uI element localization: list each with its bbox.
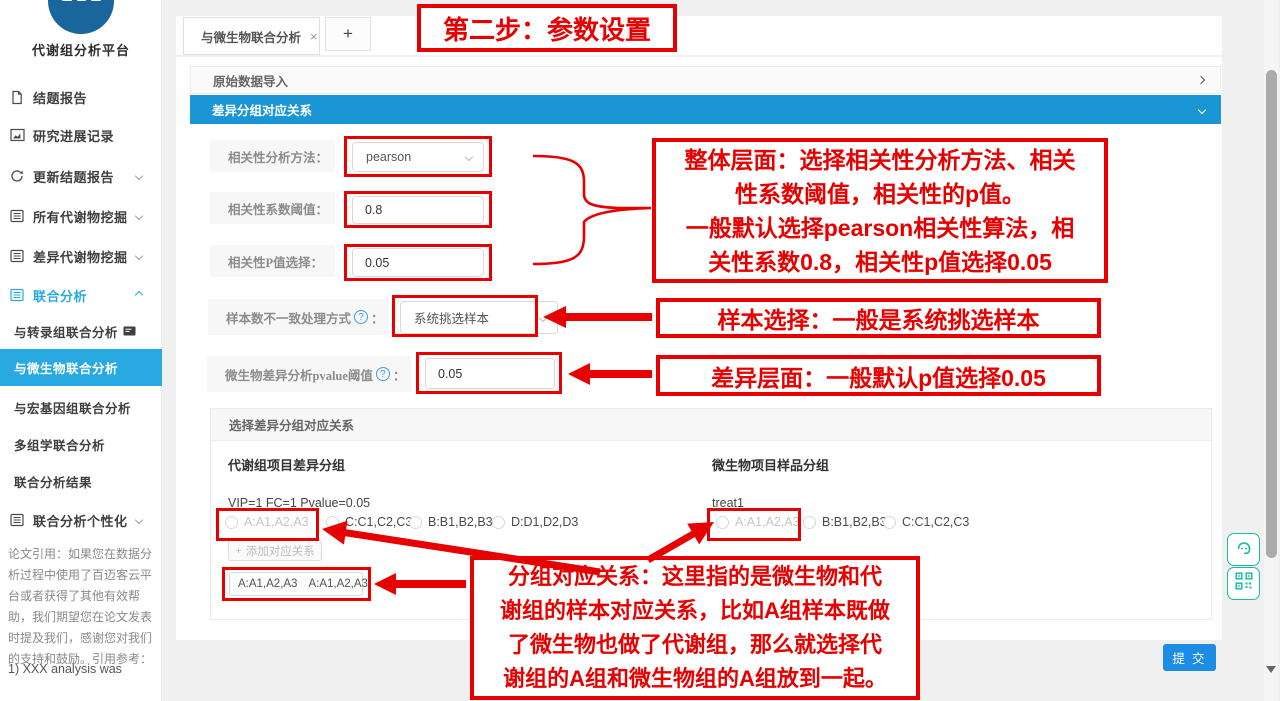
label-sample-mismatch: 样本数不一致处理方式 ? ： <box>208 299 389 335</box>
sidebar: 代谢组分析平台 结题报告 研究进展记录 更新结题报告 所有代谢物挖掘 差异代谢物… <box>0 0 162 701</box>
platform-logo <box>48 0 114 34</box>
list-icon <box>10 209 25 224</box>
radio-label[interactable]: D:D1,D2,D3 <box>511 515 578 529</box>
chevron-down-icon <box>135 516 143 524</box>
annotation-step2: 第二步：参数设置 <box>417 4 677 52</box>
label-microbe-pvalue: 微生物差异分析pvalue阈值 ? ： <box>207 356 411 392</box>
radio-metabolome-groupB[interactable] <box>409 516 422 529</box>
label-correlation-coef: 相关性系数阈值： <box>210 192 335 224</box>
sidebar-subitem-multiomics[interactable]: 多组学联合分析 <box>0 433 162 455</box>
submit-button[interactable]: 提 交 <box>1163 644 1216 671</box>
annotation-overall: 整体层面：选择相关性分析方法、相关 性系数阈值，相关性的p值。 一般默认选择pe… <box>652 138 1108 283</box>
annotation-sample: 样本选择：一般是系统挑选样本 <box>656 298 1101 338</box>
list-icon <box>10 513 25 528</box>
radio-microbiome-groupA[interactable] <box>716 516 729 529</box>
chevron-right-icon <box>1197 76 1205 84</box>
chevron-down-icon <box>465 153 473 161</box>
tab-bar: 与微生物联合分析 × + <box>176 16 1222 55</box>
chevron-down-icon <box>135 172 143 180</box>
annotation-grouping: 分组对应关系：这里指的是微生物和代 谢组的样本对应关系，比如A组样本既做 了微生… <box>470 556 920 700</box>
logo-glyph <box>77 0 86 1</box>
chevron-down-icon <box>539 313 547 321</box>
sidebar-item-update-report[interactable]: 更新结题报告 <box>0 166 162 186</box>
sidebar-subitem-metagenome[interactable]: 与宏基因组联合分析 <box>0 396 162 418</box>
correlation-pvalue-input[interactable] <box>352 248 484 277</box>
add-mapping-button[interactable]: + 添加对应关系 <box>228 540 322 561</box>
sidebar-subitem-transcriptome[interactable]: 与转录组联合分析 <box>0 320 162 342</box>
radio-label[interactable]: A:A1,A2,A3 <box>735 515 800 529</box>
tab-microbiome-joint[interactable]: 与微生物联合分析 × <box>183 17 320 55</box>
qr-code-button[interactable] <box>1227 567 1260 600</box>
radio-microbiome-groupC[interactable] <box>883 516 896 529</box>
scrollbar-thumb[interactable] <box>1266 70 1277 558</box>
radio-label[interactable]: A:A1,A2,A3 <box>244 515 309 529</box>
citation-reference: 1) XXX analysis was <box>8 662 156 676</box>
chevron-down-icon <box>135 252 143 260</box>
sidebar-subitem-microbiome-active[interactable]: 与微生物联合分析 <box>0 349 162 386</box>
file-icon <box>10 90 25 105</box>
radio-metabolome-groupC[interactable] <box>326 516 339 529</box>
microbiome-group-title: 微生物项目样品分组 <box>712 455 829 474</box>
logo-glyph <box>62 0 72 1</box>
platform-name: 代谢组分析平台 <box>0 40 162 59</box>
chevron-down-icon <box>135 212 143 220</box>
help-icon[interactable]: ? <box>354 310 368 324</box>
label-correlation-method: 相关性分析方法： <box>210 140 335 172</box>
sidebar-item-joint-analysis[interactable]: 联合分析 <box>0 285 162 305</box>
radio-metabolome-groupD[interactable] <box>492 516 505 529</box>
accordion-diff-group-mapping[interactable]: 差异分组对应关系 <box>190 95 1221 124</box>
sidebar-item-report[interactable]: 结题报告 <box>0 87 162 107</box>
plus-icon: + <box>235 545 242 557</box>
microbe-pvalue-input[interactable] <box>425 358 555 389</box>
sidebar-item-diff-metabolites[interactable]: 差异代谢物挖掘 <box>0 246 162 266</box>
sidebar-item-progress[interactable]: 研究进展记录 <box>0 125 162 145</box>
sidebar-item-all-metabolites[interactable]: 所有代谢物挖掘 <box>0 206 162 226</box>
accordion-raw-data-import[interactable]: 原始数据导入 <box>190 66 1221 94</box>
list-icon <box>10 249 25 264</box>
radio-label[interactable]: B:B1,B2,B3 <box>822 515 887 529</box>
radio-label[interactable]: C:C1,C2,C3 <box>345 515 412 529</box>
radio-label[interactable]: B:B1,B2,B3 <box>428 515 493 529</box>
radio-microbiome-groupB[interactable] <box>803 516 816 529</box>
correlation-coef-input[interactable] <box>352 196 484 224</box>
chevron-up-icon <box>135 291 143 299</box>
screen-icon <box>123 326 136 336</box>
headset-icon <box>1234 537 1254 562</box>
tag-close-icon[interactable]: × <box>376 577 383 591</box>
customer-service-button[interactable] <box>1227 533 1260 566</box>
mapping-tag: A:A1,A2,A3 A:A1,A2,A3 × <box>229 572 363 596</box>
close-icon[interactable]: × <box>310 29 318 44</box>
chevron-down-icon <box>1198 105 1206 113</box>
help-icon[interactable]: ? <box>376 367 390 381</box>
sample-mismatch-select[interactable]: 系统挑选样本 <box>400 301 558 334</box>
group-mapping-header: 选择差异分组对应关系 <box>211 409 1211 441</box>
chart-icon <box>10 128 25 143</box>
citation-text: 论文引用：如果您在数据分析过程中使用了百迈客云平台或者获得了其他有效帮助，我们期… <box>8 544 156 670</box>
qr-code-icon <box>1235 572 1253 595</box>
sidebar-subitem-joint-results[interactable]: 联合分析结果 <box>0 470 162 492</box>
list-icon <box>10 288 25 303</box>
scroll-down-arrow[interactable] <box>1266 666 1276 673</box>
label-correlation-pvalue: 相关性P值选择： <box>210 245 335 277</box>
radio-label[interactable]: C:C1,C2,C3 <box>902 515 969 529</box>
logo-glyph <box>91 0 101 1</box>
radio-metabolome-groupA[interactable] <box>225 516 238 529</box>
microbiome-group-treat: treat1 <box>712 496 744 510</box>
refresh-icon <box>10 169 25 184</box>
add-tab-button[interactable]: + <box>325 17 371 51</box>
annotation-pvalue: 差异层面：一般默认p值选择0.05 <box>656 355 1101 396</box>
metabolome-group-title: 代谢组项目差异分组 <box>228 455 345 474</box>
metabolome-group-params: VIP=1 FC=1 Pvalue=0.05 <box>228 496 370 510</box>
sidebar-item-joint-custom[interactable]: 联合分析个性化 <box>0 510 162 530</box>
correlation-method-select[interactable]: pearson <box>352 142 484 172</box>
